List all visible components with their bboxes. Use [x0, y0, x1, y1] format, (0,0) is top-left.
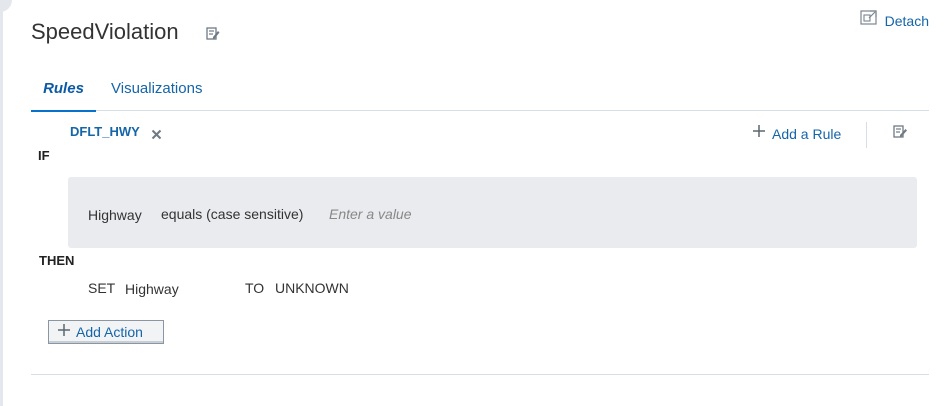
condition-field[interactable]: Highway	[88, 207, 142, 223]
detach-label: Detach	[884, 12, 929, 29]
close-icon[interactable]	[151, 127, 162, 140]
plus-icon	[57, 323, 71, 342]
page-title: SpeedViolation	[31, 19, 179, 44]
plus-icon	[752, 124, 766, 143]
condition-value-input[interactable]	[326, 202, 532, 226]
left-edge-strip	[0, 0, 3, 406]
action-set-label: SET	[88, 280, 116, 296]
tab-bar: Rules Visualizations	[31, 74, 929, 112]
add-action-label: Add Action	[76, 324, 143, 340]
action-field[interactable]: Highway	[125, 281, 179, 297]
detach-button[interactable]: Detach	[860, 10, 929, 31]
edit-rule-icon[interactable]	[893, 124, 908, 139]
then-label: THEN	[39, 253, 75, 268]
corner-tab	[0, 0, 12, 12]
edit-title-icon[interactable]	[206, 26, 220, 40]
action-value[interactable]: UNKNOWN	[275, 280, 349, 296]
action-to-label: TO	[245, 280, 265, 296]
bottom-divider	[31, 374, 929, 375]
tab-rules-label: Rules	[43, 80, 84, 97]
rule-name-link[interactable]: DFLT_HWY	[70, 124, 140, 139]
tab-rules[interactable]: Rules	[31, 80, 96, 112]
condition-operator[interactable]: equals (case sensitive)	[161, 206, 303, 222]
if-label: IF	[38, 148, 50, 163]
detach-icon	[860, 10, 878, 31]
toolbar-divider	[866, 122, 867, 148]
tab-visualizations[interactable]: Visualizations	[111, 80, 202, 97]
add-rule-label: Add a Rule	[772, 125, 842, 142]
add-rule-button[interactable]: Add a Rule	[752, 124, 841, 143]
add-action-button[interactable]: Add Action	[48, 320, 164, 344]
